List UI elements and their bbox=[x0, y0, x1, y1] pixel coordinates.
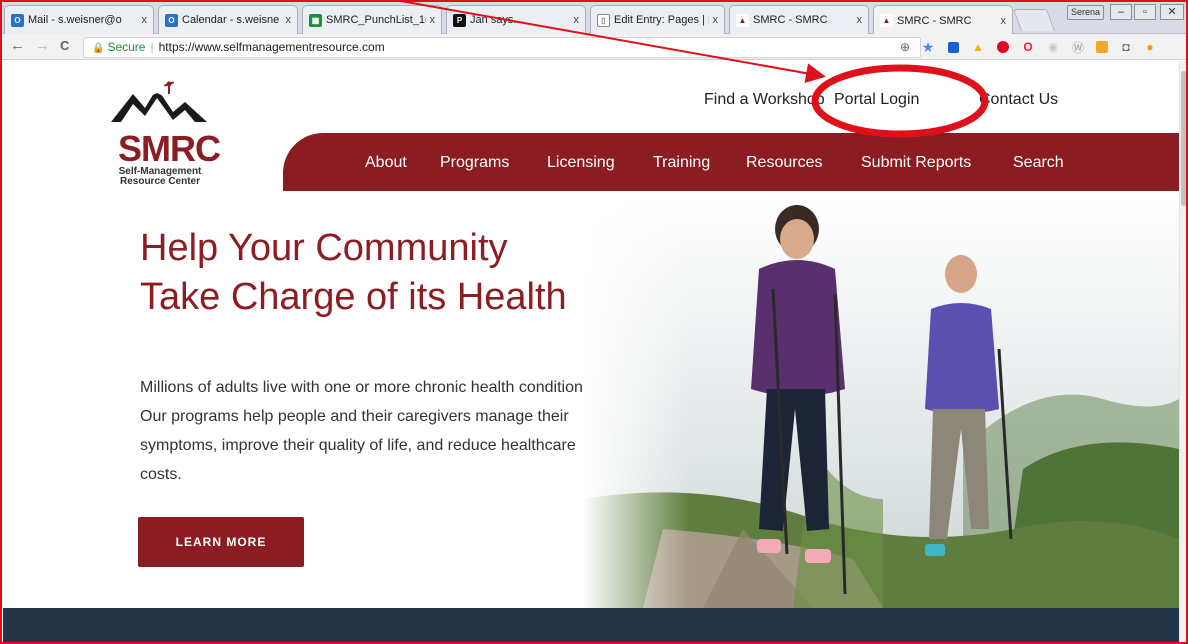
footer-band bbox=[3, 608, 1179, 644]
extension-gray-icon[interactable]: ◉ bbox=[1045, 39, 1061, 55]
mountain-logo-icon bbox=[111, 81, 207, 122]
close-icon[interactable]: x bbox=[857, 14, 863, 26]
address-bar[interactable]: 🔒 Secure | https://www.selfmanagementresour… bbox=[83, 37, 921, 58]
main-navigation: About Programs Licensing Training Resour… bbox=[283, 133, 1179, 191]
url-text: https://www.selfmanagementresource.com bbox=[158, 40, 385, 54]
lock-icon: 🔒 bbox=[92, 43, 105, 54]
sheets-icon: ▦ bbox=[309, 13, 322, 27]
tab-title: SMRC - SMRC bbox=[753, 14, 828, 26]
page-scrollbar[interactable] bbox=[1179, 61, 1188, 644]
logo-subtitle-line2: Resource Center bbox=[119, 176, 201, 187]
nav-licensing[interactable]: Licensing bbox=[547, 154, 615, 172]
browser-tab-calendar[interactable]: O Calendar - s.weisne x bbox=[158, 5, 298, 34]
reload-button[interactable]: C bbox=[60, 38, 69, 54]
new-tab-button[interactable] bbox=[1012, 9, 1056, 31]
learn-more-button[interactable]: LEARN MORE bbox=[138, 517, 304, 567]
nav-programs[interactable]: Programs bbox=[440, 154, 509, 172]
extension-orange-icon[interactable]: ● bbox=[1142, 39, 1158, 55]
smrc-icon: ▲ bbox=[736, 13, 749, 27]
url-separator: | bbox=[150, 40, 154, 54]
scrollbar-thumb[interactable] bbox=[1181, 71, 1188, 206]
pinterest-icon[interactable] bbox=[995, 39, 1011, 55]
google-drive-icon[interactable]: ▲ bbox=[970, 39, 986, 55]
extension-blue-icon[interactable] bbox=[945, 39, 961, 55]
zoom-icon[interactable]: ⊕ bbox=[897, 39, 913, 55]
close-icon[interactable]: x bbox=[430, 14, 436, 26]
logo-wordmark: SMRC bbox=[118, 128, 221, 169]
browser-toolbar: ← → C 🔒 Secure | https://www.selfmanagement… bbox=[0, 34, 1188, 60]
tab-title: Calendar - s.weisne bbox=[182, 14, 280, 26]
nav-submit-reports[interactable]: Submit Reports bbox=[861, 154, 971, 172]
smrc-icon: ▲ bbox=[880, 14, 893, 27]
close-icon[interactable]: x bbox=[574, 14, 580, 26]
close-icon[interactable]: x bbox=[286, 14, 292, 26]
hero-title-line2: Take Charge of its Health bbox=[140, 276, 567, 318]
p-icon: P bbox=[453, 13, 466, 27]
hero-hikers-image bbox=[583, 199, 1179, 608]
close-icon[interactable]: x bbox=[713, 14, 719, 26]
browser-tab-edit-entry[interactable]: ▯ Edit Entry: Pages | E x bbox=[590, 5, 725, 34]
browser-tab-punchlist[interactable]: ▦ SMRC_PunchList_1( x bbox=[302, 5, 442, 34]
bookmark-star-icon[interactable]: ★ bbox=[920, 39, 936, 55]
tab-title: Jan says... bbox=[470, 14, 523, 26]
minimize-button[interactable]: – bbox=[1110, 4, 1132, 20]
tab-title: Edit Entry: Pages | E bbox=[614, 14, 709, 26]
browser-tab-jan-says[interactable]: P Jan says... x bbox=[446, 5, 586, 34]
nav-search[interactable]: Search bbox=[1013, 154, 1064, 172]
page-icon: ▯ bbox=[597, 13, 610, 27]
nav-about[interactable]: About bbox=[365, 154, 407, 172]
nav-resources[interactable]: Resources bbox=[746, 154, 822, 172]
hero-title: Help Your Community Take Charge of its H… bbox=[140, 224, 620, 322]
web-page: SMRC Self-Management Resource Center Fin… bbox=[3, 61, 1179, 644]
hero-title-line1: Help Your Community bbox=[140, 227, 508, 269]
tab-title: Mail - s.weisner@o bbox=[28, 14, 122, 26]
camera-icon[interactable]: ◘ bbox=[1118, 39, 1134, 55]
close-icon[interactable]: x bbox=[142, 14, 148, 26]
hero-description: Millions of adults live with one or more… bbox=[140, 379, 596, 483]
logo-subtitle: Self-Management Resource Center bbox=[113, 167, 207, 187]
back-button[interactable]: ← bbox=[10, 38, 25, 54]
find-workshop-link[interactable]: Find a Workshop bbox=[704, 91, 825, 109]
tab-title: SMRC_PunchList_1( bbox=[326, 14, 426, 26]
analytics-icon[interactable] bbox=[1094, 39, 1110, 55]
profile-button[interactable]: Serena bbox=[1067, 5, 1104, 20]
browser-tab-smrc-active[interactable]: ▲ SMRC - SMRC x bbox=[873, 5, 1013, 35]
wordpress-icon[interactable]: Ⓦ bbox=[1070, 39, 1086, 55]
secure-label: Secure bbox=[107, 40, 146, 54]
forward-button[interactable]: → bbox=[35, 38, 50, 54]
maximize-button[interactable]: ▫ bbox=[1134, 4, 1156, 20]
browser-tab-mail[interactable]: O Mail - s.weisner@o x bbox=[4, 5, 154, 34]
contact-us-link[interactable]: Contact Us bbox=[979, 91, 1058, 109]
smrc-logo[interactable]: SMRC Self-Management Resource Center bbox=[111, 78, 221, 187]
opera-icon[interactable]: O bbox=[1020, 39, 1036, 55]
browser-tab-smrc-1[interactable]: ▲ SMRC - SMRC x bbox=[729, 5, 869, 34]
portal-login-link[interactable]: Portal Login bbox=[834, 91, 919, 109]
outlook-icon: O bbox=[165, 13, 178, 27]
browser-tab-strip: O Mail - s.weisner@o x O Calendar - s.we… bbox=[0, 0, 1188, 35]
outlook-icon: O bbox=[11, 13, 24, 27]
close-window-button[interactable]: ✕ bbox=[1160, 4, 1184, 20]
nav-training[interactable]: Training bbox=[653, 154, 710, 172]
close-icon[interactable]: x bbox=[1001, 15, 1007, 27]
tab-title: SMRC - SMRC bbox=[897, 14, 972, 27]
